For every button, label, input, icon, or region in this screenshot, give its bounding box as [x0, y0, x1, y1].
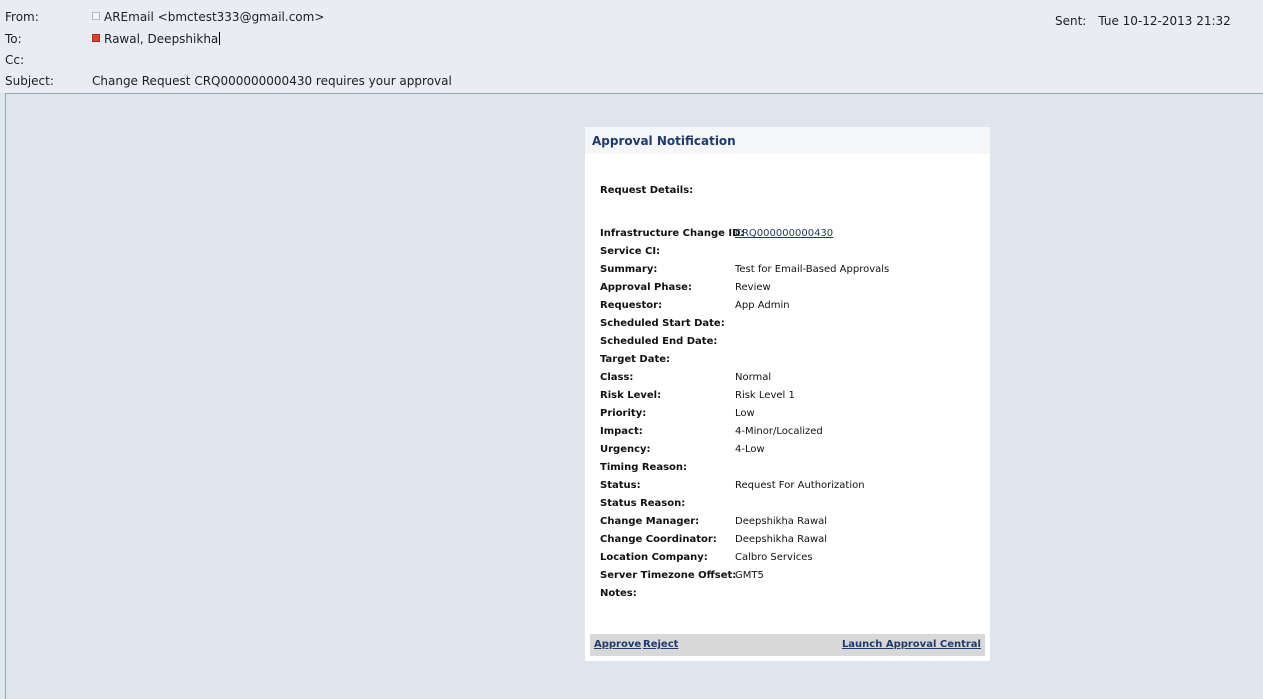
email-header: From: AREmail <bmctest333@gmail.com> To:…	[0, 0, 1263, 93]
field-label: Target Date:	[600, 354, 671, 365]
from-value[interactable]: AREmail <bmctest333@gmail.com>	[92, 8, 324, 26]
field-value: Normal	[735, 372, 772, 383]
to-label: To:	[5, 32, 22, 46]
field-label: Service CI:	[600, 246, 661, 257]
field-value: Low	[735, 408, 755, 419]
field-value: Calbro Services	[735, 552, 813, 563]
field-label: Status:	[600, 480, 641, 491]
field-value: GMT5	[735, 570, 764, 581]
from-label: From:	[5, 10, 39, 24]
field-label: Notes:	[600, 588, 637, 599]
approval-notification-card: Approval Notification Request Details: I…	[585, 127, 990, 661]
cc-label: Cc:	[5, 53, 25, 67]
field-label: Urgency:	[600, 444, 651, 455]
field-value: Request For Authorization	[735, 480, 865, 491]
launch-approval-central-link[interactable]: Launch Approval Central	[842, 634, 981, 656]
to-recipient[interactable]: Rawal, Deepshikha	[104, 32, 218, 46]
field-label: Change Coordinator:	[600, 534, 717, 545]
field-value: App Admin	[735, 300, 790, 311]
field-label: Scheduled Start Date:	[600, 318, 725, 329]
field-label: Impact:	[600, 426, 643, 437]
field-label: Priority:	[600, 408, 647, 419]
field-value: 4-Low	[735, 444, 765, 455]
field-label: Timing Reason:	[600, 462, 688, 473]
request-details-heading: Request Details:	[600, 185, 694, 196]
field-label: Requestor:	[600, 300, 663, 311]
change-id-link[interactable]: CRQ000000000430	[735, 228, 833, 239]
to-value[interactable]: Rawal, Deepshikha	[92, 30, 221, 48]
presence-unknown-icon	[92, 12, 100, 20]
field-value: 4-Minor/Localized	[735, 426, 823, 437]
field-value: CRQ000000000430	[735, 227, 833, 241]
field-label: Approval Phase:	[600, 282, 692, 293]
field-label: Server Timezone Offset:	[600, 570, 737, 581]
field-value: Deepshikha Rawal	[735, 516, 828, 527]
sent-label: Sent:	[1055, 14, 1087, 28]
field-value: Test for Email-Based Approvals	[735, 264, 890, 275]
approve-link[interactable]: Approve	[594, 634, 641, 656]
field-label: Scheduled End Date:	[600, 336, 718, 347]
field-label: Infrastructure Change ID:	[600, 228, 745, 239]
subject-label: Subject:	[5, 74, 54, 88]
field-value: Review	[735, 282, 771, 293]
field-label: Change Manager:	[600, 516, 700, 527]
field-label: Summary:	[600, 264, 658, 275]
card-title: Approval Notification	[585, 127, 990, 154]
from-address[interactable]: AREmail <bmctest333@gmail.com>	[104, 10, 324, 24]
field-label: Risk Level:	[600, 390, 662, 401]
subject-value: Change Request CRQ000000000430 requires …	[92, 74, 452, 88]
field-label: Location Company:	[600, 552, 708, 563]
field-value: Risk Level 1	[735, 390, 795, 401]
field-label: Class:	[600, 372, 634, 383]
sent-info: Sent: Tue 10-12-2013 21:32	[1055, 14, 1231, 28]
field-label: Status Reason:	[600, 498, 686, 509]
text-cursor	[219, 32, 221, 45]
field-value: Deepshikha Rawal	[735, 534, 828, 545]
presence-busy-icon	[92, 34, 100, 42]
sent-value: Tue 10-12-2013 21:32	[1098, 14, 1231, 28]
action-bar: Approve Reject Launch Approval Central	[590, 634, 985, 656]
reject-link[interactable]: Reject	[643, 634, 678, 656]
